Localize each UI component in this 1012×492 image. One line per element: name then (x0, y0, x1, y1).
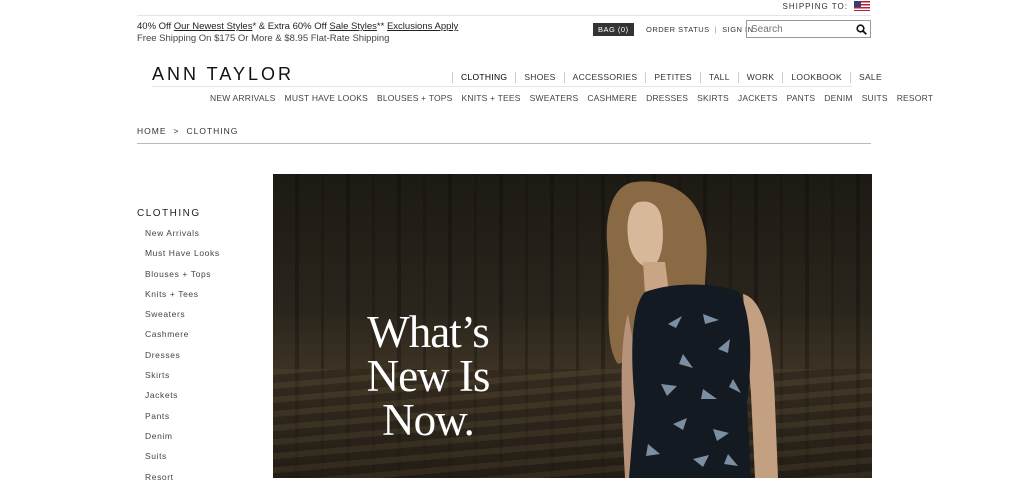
newest-styles-link[interactable]: Our Newest Styles (174, 21, 253, 32)
sidebar-item-knits-tees[interactable]: Knits + Tees (145, 289, 220, 309)
promo-line-2: Free Shipping On $175 Or More & $8.95 Fl… (137, 33, 390, 44)
main-nav-lookbook[interactable]: LOOKBOOK (782, 72, 850, 83)
sidebar-item-jackets[interactable]: Jackets (145, 390, 220, 410)
main-nav-clothing[interactable]: CLOTHING (452, 72, 515, 83)
sub-nav-pants[interactable]: PANTS (787, 93, 816, 103)
breadcrumb-home[interactable]: HOME (137, 126, 167, 136)
exclusions-link[interactable]: Exclusions Apply (387, 21, 458, 32)
sub-nav: NEW ARRIVALS MUST HAVE LOOKS BLOUSES + T… (210, 93, 933, 103)
shipping-to[interactable]: SHIPPING TO: (782, 1, 870, 11)
breadcrumb: HOME > CLOTHING (137, 126, 238, 136)
promo-line-1: 40% Off Our Newest Styles* & Extra 60% O… (137, 21, 459, 32)
main-nav-tall[interactable]: TALL (699, 72, 738, 83)
brand-logo[interactable]: ANN TAYLOR (152, 64, 294, 85)
account-links: ORDER STATUS | SIGN IN (646, 25, 754, 34)
sub-nav-skirts[interactable]: SKIRTS (697, 93, 729, 103)
sidebar-item-suits[interactable]: Suits (145, 451, 220, 471)
sub-nav-cashmere[interactable]: CASHMERE (587, 93, 637, 103)
sidebar-item-denim[interactable]: Denim (145, 431, 220, 451)
main-nav-shoes[interactable]: SHOES (515, 72, 563, 83)
sidebar-item-resort[interactable]: Resort (145, 472, 220, 492)
us-flag-icon[interactable] (854, 1, 870, 11)
main-nav: CLOTHING SHOES ACCESSORIES PETITES TALL … (452, 72, 890, 83)
sub-nav-resort[interactable]: RESORT (897, 93, 933, 103)
main-nav-accessories[interactable]: ACCESSORIES (563, 72, 646, 83)
order-status-link[interactable]: ORDER STATUS (646, 25, 710, 34)
sidebar-item-sweaters[interactable]: Sweaters (145, 309, 220, 329)
sub-nav-new-arrivals[interactable]: NEW ARRIVALS (210, 93, 276, 103)
search-icon[interactable] (856, 23, 867, 35)
sidebar-item-cashmere[interactable]: Cashmere (145, 329, 220, 349)
sub-nav-jackets[interactable]: JACKETS (738, 93, 778, 103)
hero-headline: What’s New Is Now. (353, 307, 503, 445)
breadcrumb-current: CLOTHING (186, 126, 239, 136)
bag-button[interactable]: BAG (0) (593, 23, 634, 36)
sidebar-item-dresses[interactable]: Dresses (145, 350, 220, 370)
sub-nav-suits[interactable]: SUITS (862, 93, 888, 103)
hero-banner[interactable]: What’s New Is Now. (273, 174, 872, 478)
sidebar-list: New Arrivals Must Have Looks Blouses + T… (145, 228, 220, 492)
sub-nav-sweaters[interactable]: SWEATERS (530, 93, 579, 103)
main-nav-sale[interactable]: SALE (849, 72, 890, 83)
sidebar-item-new-arrivals[interactable]: New Arrivals (145, 228, 220, 248)
hero-headline-line-3: Now. (382, 395, 475, 445)
sub-nav-dresses[interactable]: DRESSES (646, 93, 688, 103)
nav-divider (152, 86, 852, 87)
search-input[interactable] (747, 23, 855, 35)
sub-nav-knits-tees[interactable]: KNITS + TEES (462, 93, 521, 103)
hero-headline-line-1: What’s (367, 307, 489, 357)
hero-headline-line-2: New Is (366, 351, 491, 401)
top-divider (137, 15, 871, 16)
breadcrumb-divider (137, 143, 871, 144)
sidebar-item-skirts[interactable]: Skirts (145, 370, 220, 390)
sidebar-item-pants[interactable]: Pants (145, 411, 220, 431)
sidebar-item-blouses-tops[interactable]: Blouses + Tops (145, 269, 220, 289)
shipping-label: SHIPPING TO: (782, 1, 848, 11)
sidebar-heading[interactable]: CLOTHING (137, 208, 201, 219)
main-nav-petites[interactable]: PETITES (645, 72, 700, 83)
sub-nav-denim[interactable]: DENIM (824, 93, 852, 103)
account-separator: | (714, 25, 718, 34)
sidebar-item-must-have-looks[interactable]: Must Have Looks (145, 248, 220, 268)
search-box (746, 20, 871, 38)
promo-banner: 40% Off Our Newest Styles* & Extra 60% O… (137, 21, 458, 45)
sub-nav-blouses-tops[interactable]: BLOUSES + TOPS (377, 93, 452, 103)
main-nav-work[interactable]: WORK (737, 72, 783, 83)
sale-styles-link[interactable]: Sale Styles (329, 21, 377, 32)
sub-nav-must-have-looks[interactable]: MUST HAVE LOOKS (285, 93, 368, 103)
breadcrumb-separator: > (173, 126, 180, 136)
